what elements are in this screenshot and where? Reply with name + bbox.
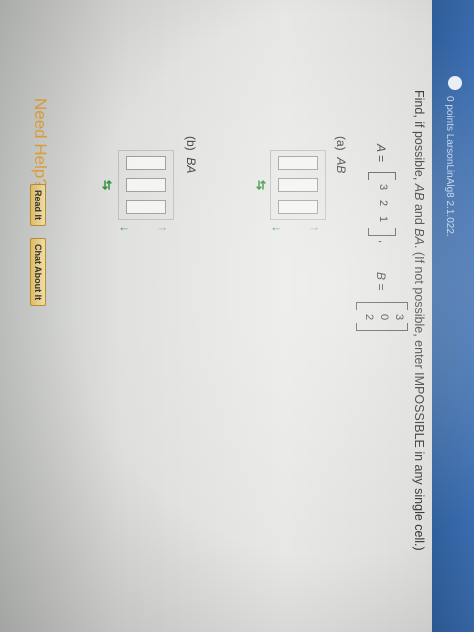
part-b-answer-cell-3[interactable] <box>126 200 166 214</box>
matrix-b-left-bracket <box>356 302 408 310</box>
part-b-resize-horizontal-icon[interactable]: ⇆ <box>100 180 114 190</box>
matrix-a-left-bracket <box>368 172 396 180</box>
read-it-button[interactable]: Read It <box>30 184 46 227</box>
part-b-answer-cell-1[interactable] <box>126 156 166 170</box>
need-help-label: Need Help? <box>31 98 50 188</box>
prompt-ab: AB <box>412 183 426 201</box>
problem-prompt: Find, if possible, AB and BA. (If not po… <box>412 90 426 551</box>
part-b-answer-cell-2[interactable] <box>126 178 166 192</box>
matrix-b-right-bracket <box>356 323 408 331</box>
part-b-add-row-icon[interactable]: ↓ <box>118 226 132 232</box>
part-b-product: BA <box>184 157 198 174</box>
chat-about-it-button[interactable]: Chat About It <box>30 238 46 307</box>
prompt-prefix: Find, if possible, <box>412 90 426 184</box>
matrix-a-right-bracket <box>368 228 396 236</box>
question-content: Find, if possible, AB and BA. (If not po… <box>12 80 432 620</box>
part-a-number: (a) <box>334 136 348 151</box>
part-a-add-row-icon[interactable]: ↓ <box>270 226 284 232</box>
question-marker-icon <box>448 76 462 90</box>
matrix-b-label: B = <box>374 272 388 291</box>
matrix-a-label: A = <box>374 144 388 162</box>
part-a-resize-horizontal-icon[interactable]: ⇆ <box>254 180 268 190</box>
prompt-and: and <box>412 200 426 229</box>
part-b-label: (b) BA <box>184 136 198 173</box>
part-a-answer-cell-3[interactable] <box>278 200 318 214</box>
question-header-bar <box>432 0 474 632</box>
matrix-b-entry-1: 3 <box>393 314 405 321</box>
prompt-ba: BA <box>412 228 426 245</box>
part-b-shrink-rows-icon[interactable]: ↑ <box>156 226 170 232</box>
matrix-a-entry-3: 1 <box>377 216 389 223</box>
prompt-suffix: . (If not possible, enter IMPOSSIBLE in … <box>412 244 426 551</box>
matrix-a-entry-2: 2 <box>377 200 389 207</box>
matrix-b-entry-2: 0 <box>378 314 390 321</box>
matrix-a-entry-1: 3 <box>377 184 389 191</box>
question-header-title: 0 points LarsonLinAlg8 2.1.022. <box>444 96 455 237</box>
matrix-b-entry-3: 2 <box>363 314 375 321</box>
part-a-label: (a) AB <box>334 136 348 173</box>
part-a-product: AB <box>334 157 348 174</box>
matrix-separator: , <box>377 240 389 244</box>
part-a-shrink-rows-icon[interactable]: ↑ <box>308 226 322 232</box>
part-b-number: (b) <box>184 136 198 151</box>
part-a-answer-cell-2[interactable] <box>278 178 318 192</box>
part-a-answer-cell-1[interactable] <box>278 156 318 170</box>
